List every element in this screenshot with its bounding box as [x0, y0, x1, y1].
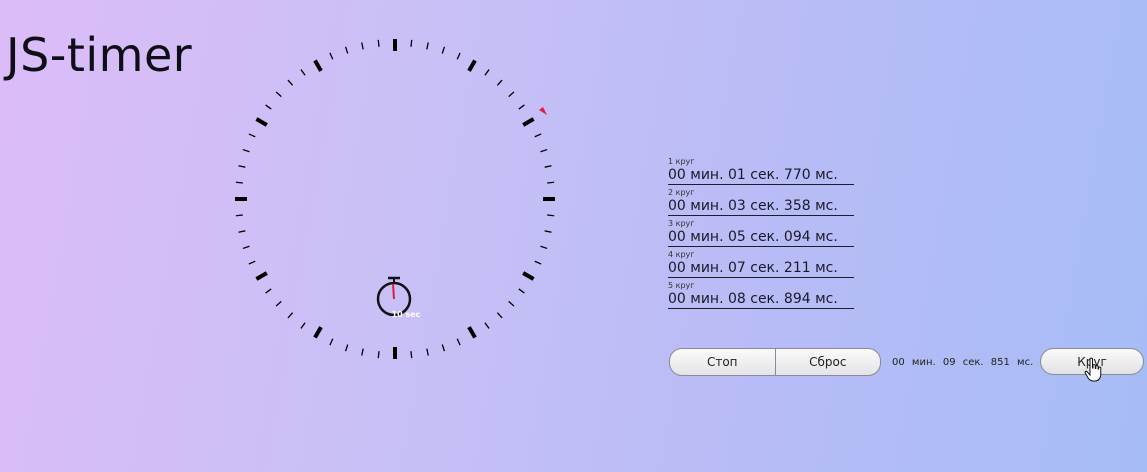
major-tick	[467, 59, 477, 72]
minor-tick	[265, 104, 272, 110]
hand-pointer-icon	[1084, 357, 1102, 382]
minor-tick	[235, 181, 243, 184]
minor-tick	[484, 69, 490, 76]
major-tick	[313, 59, 323, 72]
minor-tick	[547, 181, 555, 184]
lap-time: 00 мин. 07 сек. 211 мс.	[668, 260, 854, 278]
minor-tick	[508, 300, 515, 307]
minor-tick	[426, 348, 429, 356]
minor-tick	[456, 338, 461, 346]
lap-list: 1 круг 00 мин. 01 сек. 770 мс. 2 круг 00…	[668, 157, 858, 312]
stopwatch-label: 10 sec	[392, 310, 421, 319]
minor-tick	[235, 214, 243, 217]
minor-tick	[248, 260, 256, 265]
major-tick	[313, 326, 323, 339]
timer-dial: 10 sec	[230, 33, 560, 363]
minor-tick	[426, 42, 429, 50]
minor-tick	[275, 300, 282, 307]
minor-tick	[534, 260, 542, 265]
minor-tick	[456, 52, 461, 60]
reset-button[interactable]: Сброс	[774, 349, 881, 375]
minor-tick	[540, 245, 548, 250]
lap-label: 1 круг	[668, 157, 695, 166]
lap-label: 3 круг	[668, 219, 695, 228]
lap-time: 00 мин. 05 сек. 094 мс.	[668, 229, 854, 247]
minor-tick	[242, 245, 250, 250]
lap-item: 1 круг 00 мин. 01 сек. 770 мс.	[668, 157, 858, 185]
lap-label: 5 круг	[668, 281, 695, 290]
minor-tick	[441, 344, 446, 352]
stop-button[interactable]: Стоп	[670, 349, 775, 375]
minor-tick	[410, 39, 413, 47]
minor-tick	[361, 42, 364, 50]
minor-tick	[344, 344, 349, 352]
major-tick	[255, 117, 268, 127]
minor-tick	[238, 230, 246, 233]
minor-tick	[544, 165, 552, 168]
minor-tick	[518, 104, 525, 110]
dial-svg: 10 sec	[235, 39, 555, 359]
lap-time: 00 мин. 01 сек. 770 мс.	[668, 167, 854, 185]
control-button-group: Стоп Сброс	[669, 348, 881, 376]
lap-label: 4 круг	[668, 250, 695, 259]
minor-tick	[508, 91, 515, 98]
minor-tick	[441, 46, 446, 54]
lap-label: 2 круг	[668, 188, 695, 197]
minor-tick	[329, 52, 334, 60]
lap-time: 00 мин. 03 сек. 358 мс.	[668, 198, 854, 216]
lap-time: 00 мин. 08 сек. 894 мс.	[668, 291, 854, 309]
lap-item: 4 круг 00 мин. 07 сек. 211 мс.	[668, 250, 858, 278]
minor-tick	[518, 288, 525, 294]
stopwatch-hand	[392, 283, 395, 300]
minor-tick	[377, 39, 380, 47]
lap-item: 2 круг 00 мин. 03 сек. 358 мс.	[668, 188, 858, 216]
minor-tick	[329, 338, 334, 346]
minor-tick	[361, 348, 364, 356]
minor-tick	[496, 312, 503, 319]
minor-tick	[496, 79, 503, 86]
minor-tick	[265, 288, 272, 294]
minor-tick	[287, 312, 294, 319]
minor-tick	[410, 351, 413, 359]
minor-tick	[300, 322, 306, 329]
minor-tick	[540, 148, 548, 153]
minor-tick	[344, 46, 349, 54]
position-marker-icon	[539, 107, 547, 115]
minor-tick	[484, 322, 490, 329]
major-tick	[255, 271, 268, 281]
minor-tick	[300, 69, 306, 76]
app-title: JS-timer	[6, 28, 193, 82]
minor-tick	[377, 351, 380, 359]
major-tick	[522, 271, 535, 281]
lap-item: 3 круг 00 мин. 05 сек. 094 мс.	[668, 219, 858, 247]
minor-tick	[238, 165, 246, 168]
current-time: 00 мин. 09 сек. 851 мс.	[892, 356, 1034, 368]
minor-tick	[242, 148, 250, 153]
minor-tick	[275, 91, 282, 98]
minor-tick	[248, 133, 256, 138]
minor-tick	[287, 79, 294, 86]
minor-tick	[547, 214, 555, 217]
lap-item: 5 круг 00 мин. 08 сек. 894 мс.	[668, 281, 858, 309]
timer-controls: Стоп Сброс 00 мин. 09 сек. 851 мс.	[669, 348, 1033, 376]
major-tick	[522, 117, 535, 127]
minor-tick	[534, 133, 542, 138]
minor-tick	[544, 230, 552, 233]
major-tick	[467, 326, 477, 339]
